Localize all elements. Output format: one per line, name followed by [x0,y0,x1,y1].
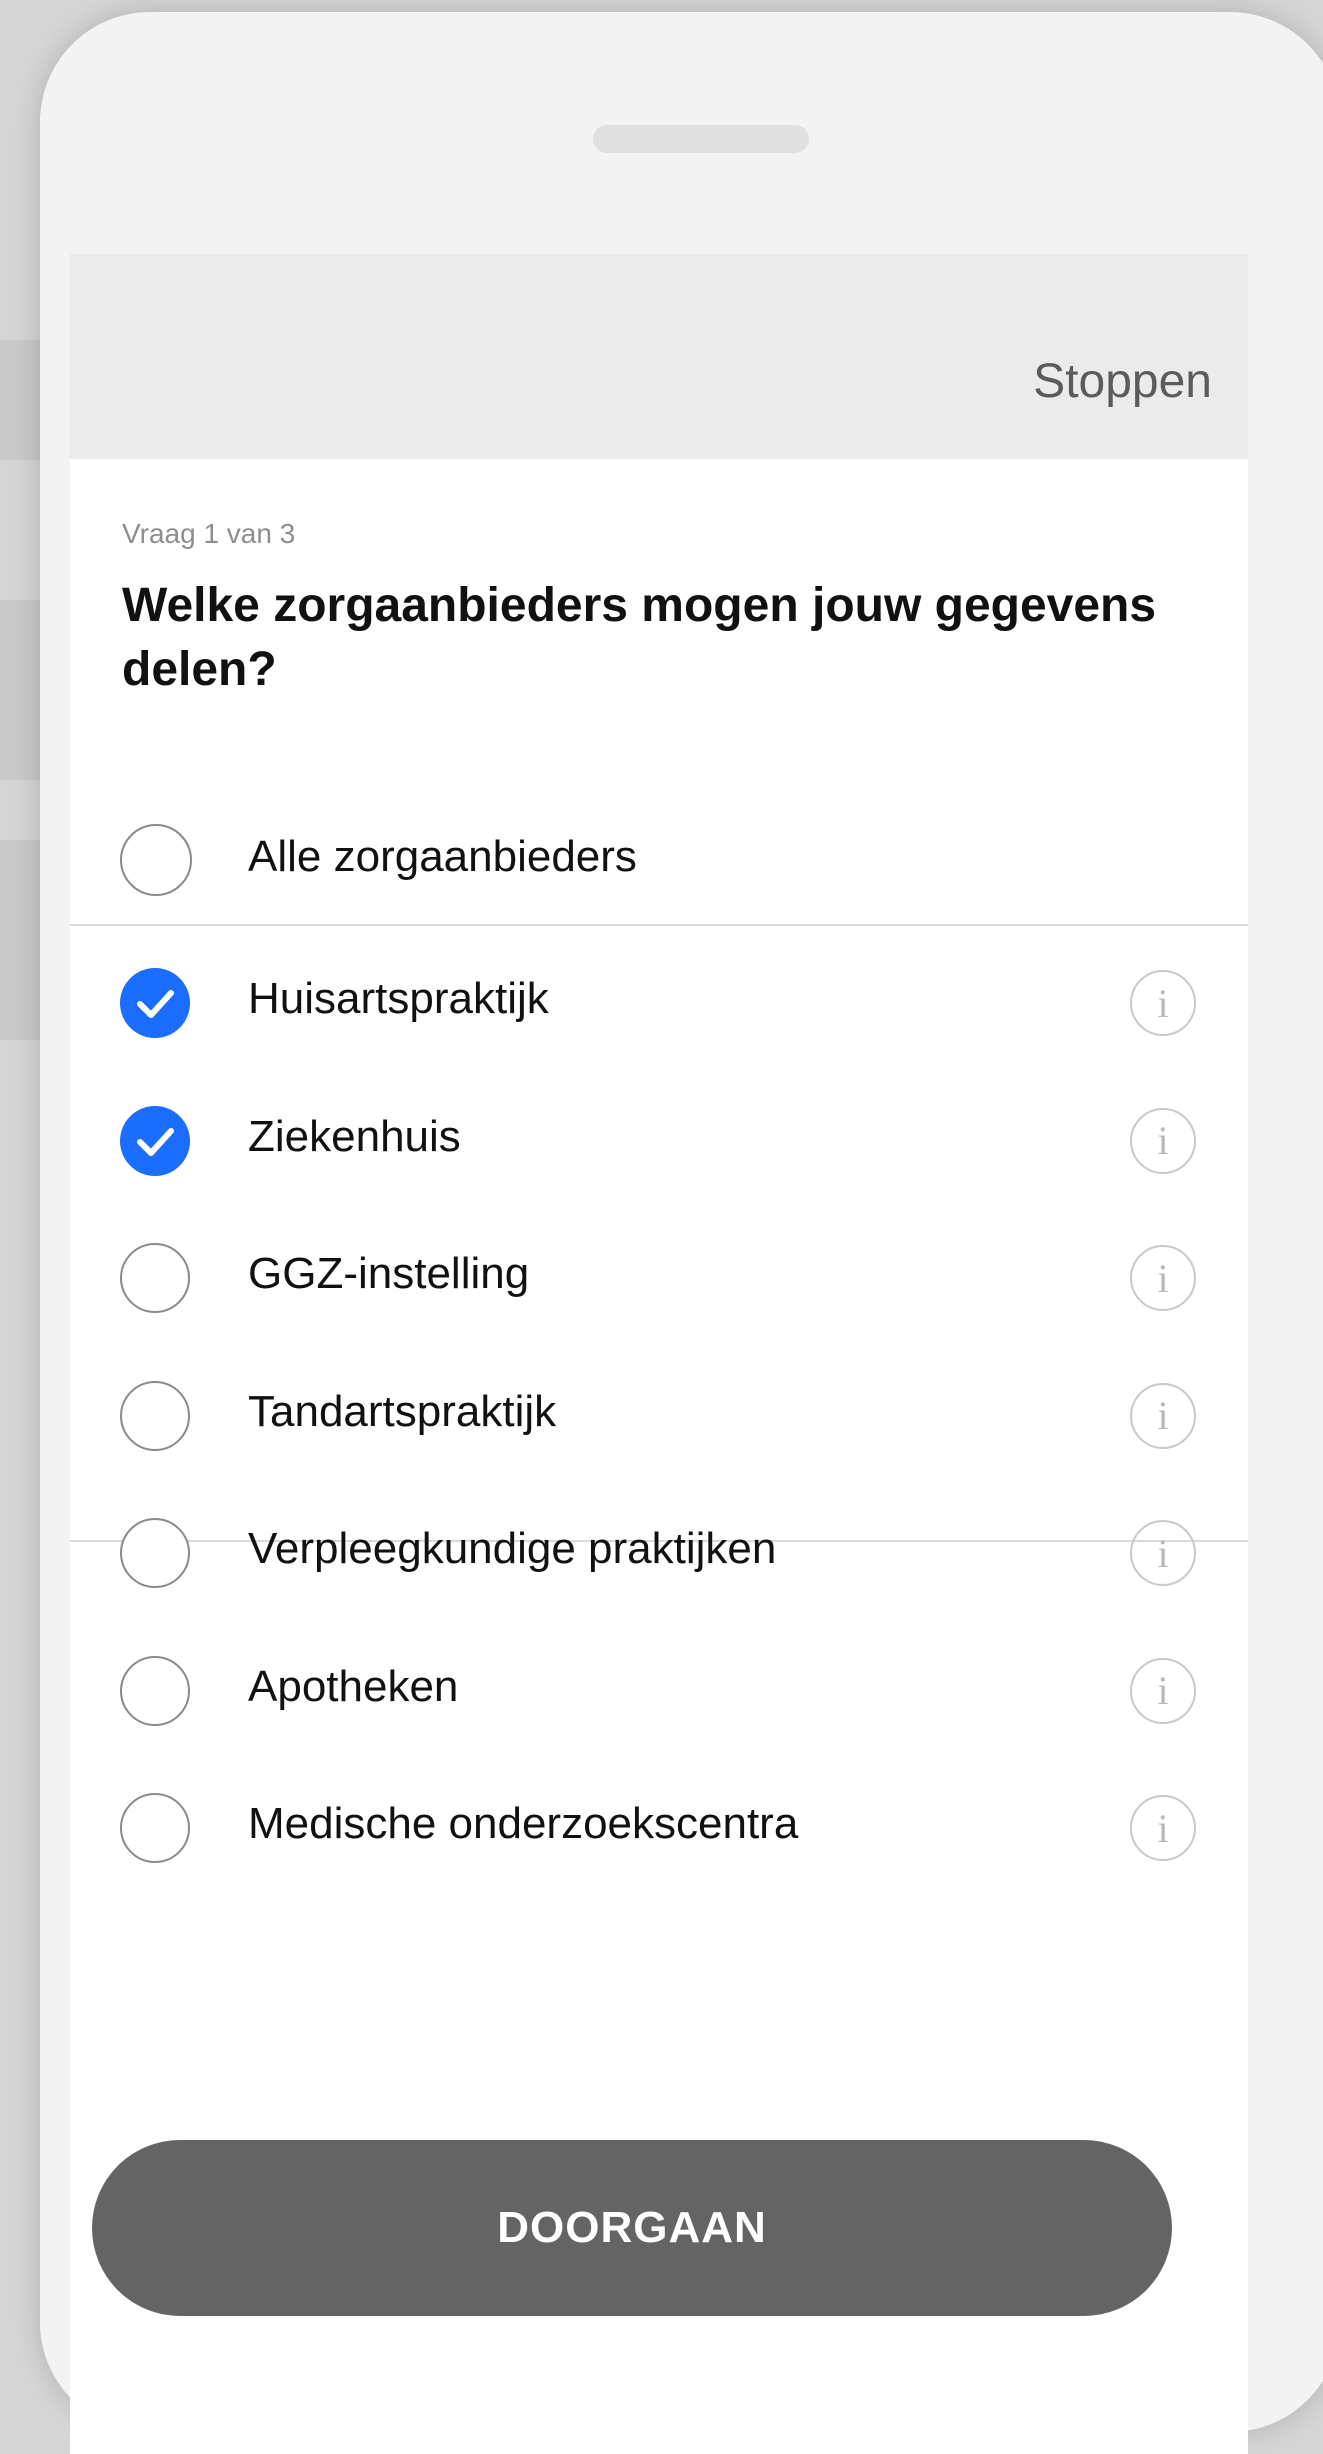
checkbox-unchecked-icon[interactable] [120,1655,190,1726]
option-ziekenhuis[interactable]: Ziekenhuis i [70,1064,1248,1202]
stop-link[interactable]: Stoppen [1033,354,1212,409]
phone-speaker [593,125,809,153]
provider-options-list: Huisartspraktijk i Ziekenhuis i GGZ-inst… [70,926,1248,1863]
option-label: Alle zorgaanbieders [248,832,637,881]
info-icon[interactable]: i [1130,1657,1196,1724]
option-label: GGZ-instelling [248,1249,530,1298]
info-icon[interactable]: i [1130,1382,1196,1449]
info-icon[interactable]: i [1130,1795,1196,1861]
info-icon[interactable]: i [1130,1245,1196,1311]
checkbox-unchecked-icon[interactable] [120,1380,190,1451]
checkbox-unchecked-icon[interactable] [120,1243,190,1313]
info-icon[interactable]: i [1130,1520,1196,1586]
option-all-providers[interactable]: Alle zorgaanbieders [70,790,1248,926]
info-icon[interactable]: i [1130,970,1196,1036]
option-label: Verpleegkundige praktijken [248,1524,777,1573]
background-shape [0,340,40,460]
option-apotheken[interactable]: Apotheken i [70,1614,1248,1752]
question-counter: Vraag 1 van 3 [122,518,296,549]
option-verpleegkundige-praktijken[interactable]: Verpleegkundige praktijken i [70,1476,1248,1614]
radio-unchecked-icon[interactable] [120,824,192,896]
top-bar: Stoppen [70,254,1248,459]
app-screen: Stoppen Vraag 1 van 3 Welke zorgaanbiede… [70,254,1248,2454]
checkbox-checked-icon[interactable] [120,968,190,1038]
checkbox-checked-icon[interactable] [120,1105,190,1176]
option-tandartspraktijk[interactable]: Tandartspraktijk i [70,1339,1248,1477]
checkbox-unchecked-icon[interactable] [120,1518,190,1588]
option-ggz-instelling[interactable]: GGZ-instelling i [70,1201,1248,1339]
background-shape [0,600,40,780]
background-shape [0,840,40,1040]
option-label: Tandartspraktijk [248,1386,557,1436]
question-title: Welke zorgaanbieders mogen jouw gegevens… [122,579,1157,696]
continue-button[interactable]: DOORGAAN [92,2140,1172,2316]
checkbox-unchecked-icon[interactable] [120,1793,190,1863]
option-huisartspraktijk[interactable]: Huisartspraktijk i [70,926,1248,1064]
option-medische-onderzoekscentra[interactable]: Medische onderzoekscentra i [70,1751,1248,1889]
option-label: Apotheken [248,1661,459,1711]
option-label: Ziekenhuis [248,1111,461,1161]
info-icon[interactable]: i [1130,1107,1196,1174]
option-label: Medische onderzoekscentra [248,1799,799,1848]
option-label: Huisartspraktijk [248,974,549,1023]
